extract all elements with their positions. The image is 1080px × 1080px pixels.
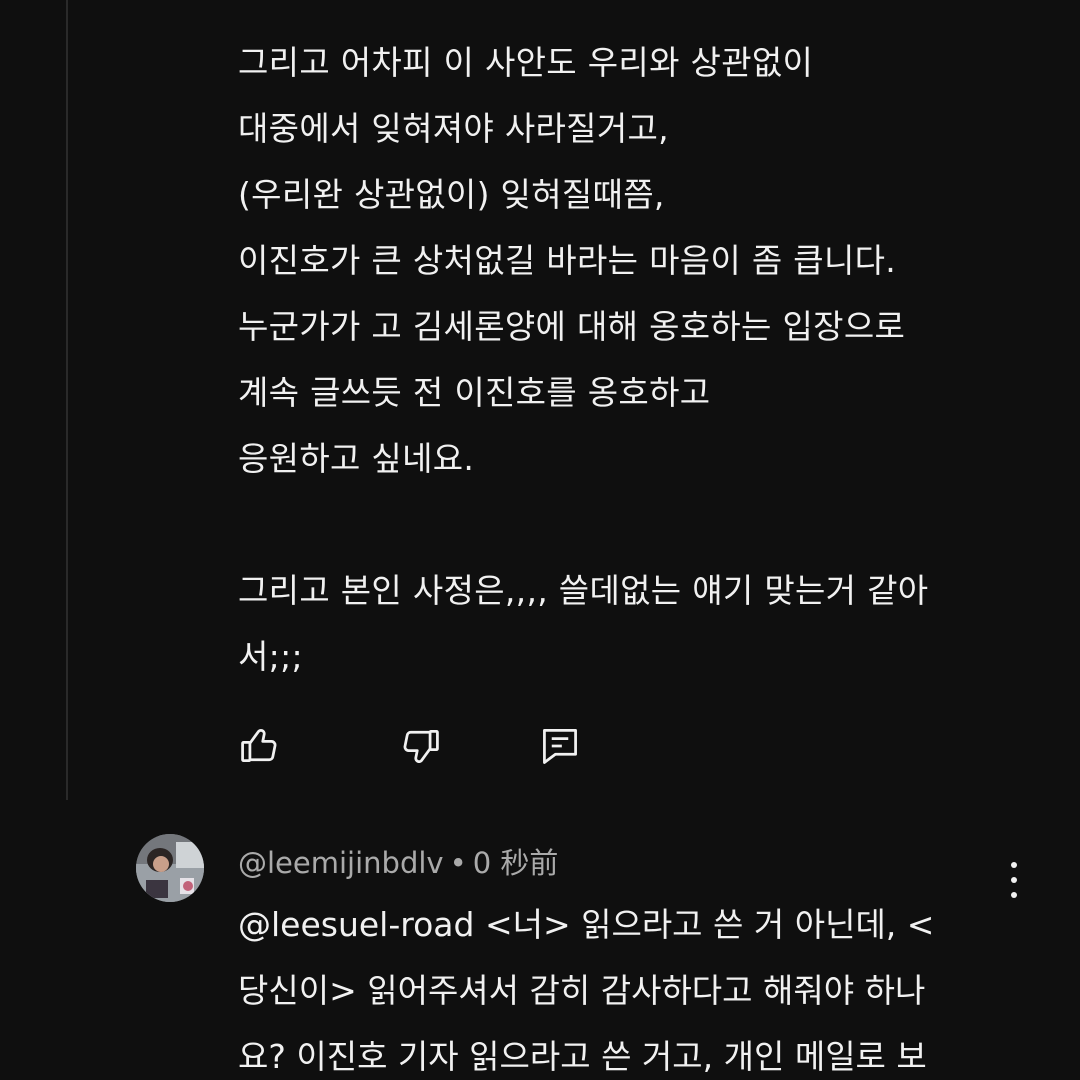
comment-blank-line (238, 492, 1038, 558)
more-vert-icon (1011, 862, 1017, 868)
thumbs-down-icon (403, 729, 439, 763)
comment-line: 대중에서 잊혀져야 사라질거고, (238, 109, 669, 148)
comment-line: 계속 글쓰듯 전 이진호를 옹호하고 (238, 373, 711, 412)
comment-actions (238, 718, 638, 774)
reply-icon (543, 729, 577, 764)
like-button[interactable] (232, 718, 288, 774)
comment-line: 그리고 본인 사정은,,,, 쓸데없는 얘기 맞는거 같아 (238, 571, 929, 610)
thumbs-up-icon (241, 729, 277, 763)
reply-line: 요? 이진호 기자 읽으라고 쓴 거고, 개인 메일로 보 (238, 1037, 927, 1076)
meta-separator: • (449, 846, 467, 880)
reply-button[interactable] (532, 718, 588, 774)
avatar-image (136, 834, 204, 902)
reply-author[interactable]: @leemijinbdlv (238, 846, 444, 880)
reply-line: @leesuel-road <너> 읽으라고 쓴 거 아닌데, < (238, 905, 935, 944)
comment-line: 응원하고 싶네요. (238, 439, 475, 478)
comment-text: 그리고 어차피 이 사안도 우리와 상관없이 대중에서 잊혀져야 사라질거고, … (238, 30, 1038, 690)
comment-line: 이진호가 큰 상처없길 바라는 마음이 좀 큽니다. (238, 241, 897, 280)
reply-comment: @leemijinbdlv • 0 秒前 @leesuel-road <너> 읽으라… (0, 830, 1080, 1080)
comment-line: (우리완 상관없이) 잊혀질때쯤, (238, 175, 665, 214)
more-vert-icon-dot (1011, 877, 1017, 883)
reply-line: 당신이> 읽어주셔서 감히 감사하다고 해줘야 하나 (238, 971, 926, 1010)
reply-text: @leesuel-road <너> 읽으라고 쓴 거 아닌데, < 당신이> 읽… (238, 892, 1038, 1080)
avatar[interactable] (136, 834, 204, 902)
reply-timestamp: 0 秒前 (472, 846, 559, 880)
dislike-button[interactable] (392, 718, 448, 774)
comment-line: 그리고 어차피 이 사안도 우리와 상관없이 (238, 43, 814, 82)
thread-line (66, 0, 68, 800)
comment-line: 서;;; (238, 637, 303, 676)
reply-meta: @leemijinbdlv • 0 秒前 (238, 840, 558, 882)
comment-line: 누군가가 고 김세론양에 대해 옹호하는 입장으로 (238, 307, 906, 346)
